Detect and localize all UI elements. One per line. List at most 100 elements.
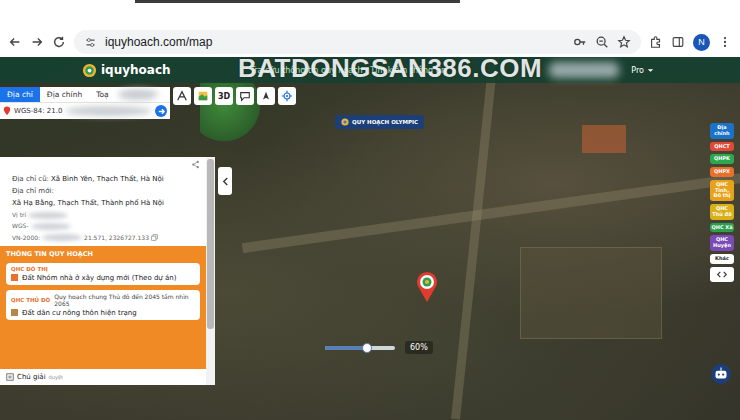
menu-icon[interactable] — [718, 35, 732, 49]
reload-icon[interactable] — [52, 35, 66, 49]
layer-button[interactable]: Địa chính — [710, 123, 734, 139]
measure-icon — [176, 90, 188, 102]
planning-section: THÔNG TIN QUY HOẠCH QHC ĐÔ THỊ Đất Nhóm nh… — [0, 246, 206, 369]
extensions-icon[interactable] — [649, 35, 663, 49]
robot-icon — [710, 363, 732, 385]
north-arrow-icon — [260, 90, 272, 102]
field-plot — [520, 247, 662, 339]
planning-value: Đất Nhóm nhà ở xây dựng mới (Theo dự án) — [22, 274, 176, 282]
watermark: BATDONGSAN386.COM — [238, 53, 542, 84]
layer-button[interactable]: QHC Thủ đô — [710, 204, 734, 220]
tool-label: 3D — [218, 92, 230, 101]
share-icon[interactable] — [191, 160, 200, 169]
forward-icon[interactable] — [30, 35, 44, 49]
position-line: Vị trí — [12, 211, 198, 219]
map-pin-icon[interactable] — [416, 271, 438, 303]
bookmark-star-icon[interactable] — [617, 35, 631, 49]
planning-card[interactable]: QHC THỦ ĐÔ Quy hoạch chung Thủ đô đến 204… — [6, 290, 200, 320]
tool-button[interactable]: 3D — [215, 87, 233, 105]
address-line: Địa chỉ mới: Xã Hạ Bằng, Thạch Thất, Thà… — [12, 187, 198, 208]
layer-button[interactable]: QHC Huyện — [710, 235, 734, 251]
search-button[interactable] — [155, 105, 167, 117]
opacity-slider[interactable]: 60% — [325, 341, 433, 354]
tool-button[interactable] — [257, 87, 275, 105]
planning-tag: QHC ĐÔ THỊ — [11, 266, 48, 272]
site-info-icon[interactable] — [84, 36, 97, 49]
layer-button[interactable]: QHC Tỉnh, Đô thị — [710, 180, 734, 201]
search-tab[interactable]: Toạ — [89, 87, 116, 102]
tab-strip — [0, 0, 740, 27]
info-panel: Địa chỉ cũ: Xã Bình Yên, Thạch Thất, Hà … — [0, 157, 215, 385]
planning-title: THÔNG TIN QUY HOẠCH — [6, 250, 200, 258]
blurred-account — [549, 62, 619, 78]
address-line: Địa chỉ cũ: Xã Bình Yên, Thạch Thất, Hà … — [12, 175, 198, 184]
assistant-button[interactable] — [710, 363, 732, 385]
blurred-area — [118, 89, 158, 100]
planning-tag: QHC THỦ ĐÔ — [11, 297, 50, 303]
copy-icon[interactable] — [151, 234, 158, 241]
map-label[interactable]: QUY HOẠCH OLYMPIC — [335, 115, 424, 129]
layer-button[interactable]: QHC Xã — [710, 223, 734, 233]
map-layers-icon — [197, 90, 209, 102]
vn2000-line: VN-2000:21.571, 2326727.133 — [12, 234, 198, 242]
legend-label: Chú giải — [17, 373, 46, 381]
browser-chrome: iquyhoach.com/map N — [0, 0, 740, 57]
slider-thumb[interactable] — [362, 343, 372, 353]
planning-subtitle: Quy hoạch chung Thủ đô đến 2045 tầm nhìn… — [54, 293, 195, 307]
legend-icon — [6, 373, 14, 381]
tab-edge — [135, 0, 460, 3]
map-view[interactable]: iquyhoachTra cứu thông tin quy hoạch · T… — [0, 57, 740, 420]
chat-icon — [239, 90, 251, 102]
address-row: iquyhoach.com/map N — [0, 27, 740, 57]
blurred-area — [65, 106, 152, 116]
address-bar[interactable]: iquyhoach.com/map — [74, 30, 641, 54]
road — [242, 171, 740, 253]
chevron-left-icon — [222, 176, 229, 187]
search-text: WGS-84: 21.0 — [14, 107, 62, 115]
tool-button[interactable] — [194, 87, 212, 105]
side-panel-icon[interactable] — [671, 35, 685, 49]
slider-fill — [325, 346, 367, 350]
logo-icon — [82, 63, 97, 78]
logo-text: iquyhoach — [101, 63, 171, 77]
olympic-logo-icon — [341, 118, 349, 126]
search-tab[interactable]: Địa chỉ — [0, 87, 40, 102]
color-swatch — [11, 274, 18, 281]
logo[interactable]: iquyhoach — [82, 63, 171, 78]
key-icon[interactable] — [573, 35, 587, 49]
layer-switcher: Địa chính QHCT QHPK QHPX QHC Tỉnh, Đô thị QHC… — [710, 123, 734, 282]
planning-card[interactable]: QHC ĐÔ THỊ Đất Nhóm nhà ở xây dựng mới (T… — [6, 263, 200, 285]
layer-button[interactable]: QHPX — [710, 167, 734, 177]
slider-track[interactable] — [325, 346, 395, 350]
search-tab[interactable]: Địa chính — [40, 87, 89, 102]
back-icon[interactable] — [8, 35, 22, 49]
legend-row[interactable]: Chú giảiduyệt — [0, 369, 206, 385]
opacity-reading: 60% — [405, 341, 433, 354]
zoom-icon[interactable] — [595, 35, 609, 49]
tool-button[interactable] — [173, 87, 191, 105]
layer-nav[interactable] — [710, 267, 734, 282]
tool-button[interactable] — [278, 87, 296, 105]
location-pin-icon — [3, 106, 11, 116]
planning-value: Đất dân cư nông thôn hiện trạng — [22, 309, 137, 317]
search-tabs: Địa chỉĐịa chínhToạ — [0, 87, 170, 102]
arrow-right-icon — [157, 107, 166, 116]
url-text: iquyhoach.com/map — [105, 35, 565, 49]
layer-button[interactable]: QHCT — [710, 142, 734, 152]
wgs-line: WGS- — [12, 222, 198, 230]
scrollbar[interactable] — [206, 157, 215, 385]
search-field[interactable]: WGS-84: 21.0 — [0, 102, 170, 119]
locate-icon — [281, 90, 293, 102]
collapse-panel-button[interactable] — [218, 167, 232, 195]
layer-button[interactable]: QHPK — [710, 154, 734, 164]
dropdown-caret-icon[interactable] — [646, 66, 655, 75]
search-panel: Địa chỉĐịa chínhToạ WGS-84: 21.0 — [0, 87, 170, 119]
profile-avatar[interactable]: N — [693, 34, 710, 51]
browser-window: iquyhoach.com/map NiquyhoachTra cứu thông… — [0, 0, 740, 420]
road — [451, 58, 498, 420]
color-swatch — [11, 309, 18, 316]
building-roof — [582, 125, 626, 153]
plan-badge[interactable]: Pro — [631, 66, 644, 75]
tool-button[interactable] — [236, 87, 254, 105]
layer-button[interactable]: Khác — [710, 254, 734, 264]
